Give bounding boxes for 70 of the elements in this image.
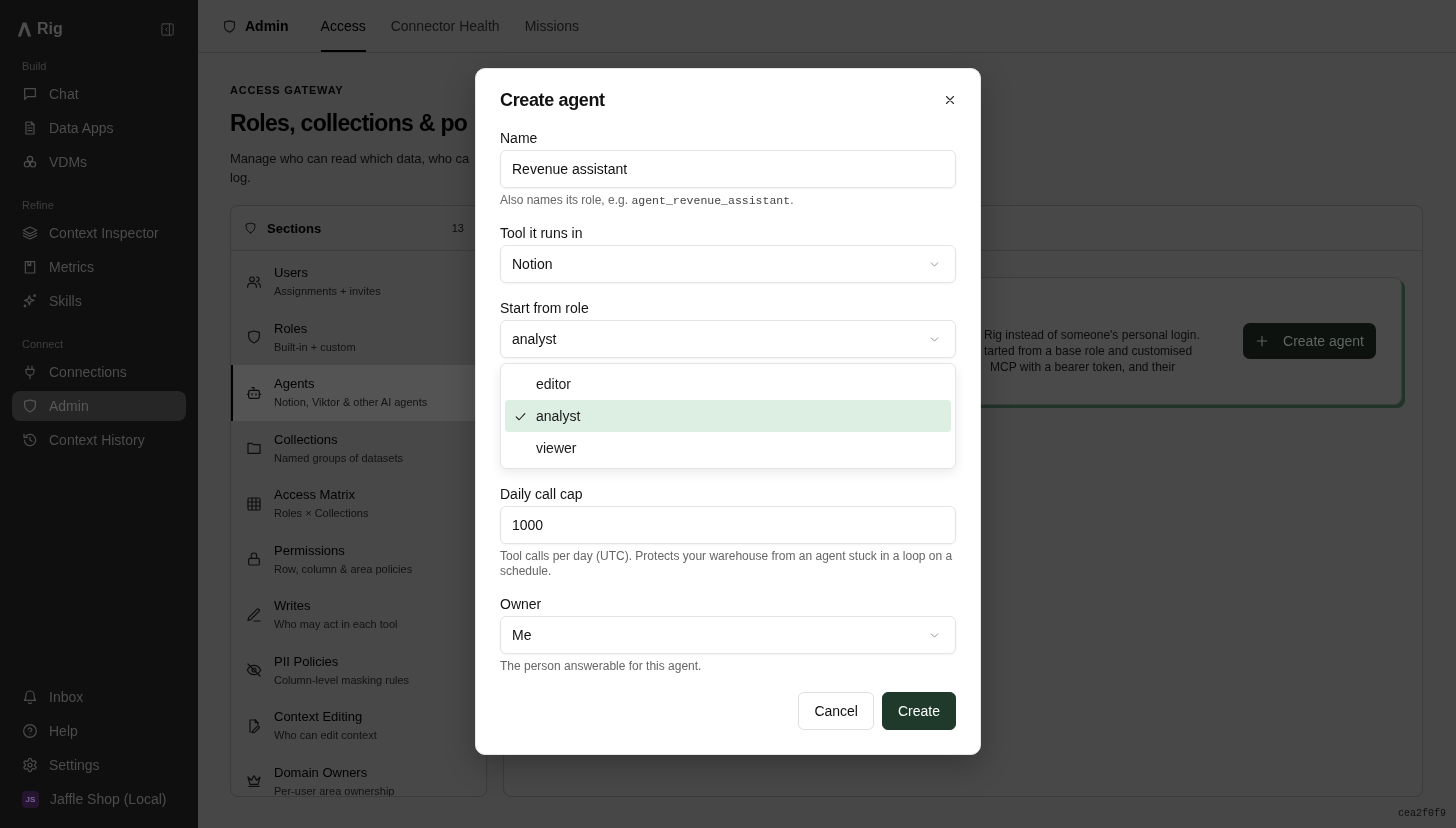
eye-slash-icon [246,662,262,679]
shield-icon [22,398,38,414]
sparkle-icon [22,293,38,309]
nav-item[interactable]: Context History [12,425,186,455]
shield-icon [244,221,257,235]
section-title: Admin [245,18,289,34]
field-label: Owner [500,595,542,613]
robot-icon [246,384,262,401]
nav-item[interactable]: VDMs [12,147,186,177]
text-input[interactable]: Revenue assistant [500,150,956,188]
chat-bubble-icon [22,86,38,102]
field-hint: Tool calls per day (UTC). Protects your warehouse from an agent stuck in a loop on a schedule. [500,549,954,579]
workspace-switcher[interactable]: JS Jaffle Shop (Local) [12,784,186,814]
cancel-button[interactable]: Cancel [798,692,874,730]
field-hint: Also names its role, e.g. agent_revenue_assistant. [500,193,794,208]
nav-item[interactable]: Skills [12,286,186,316]
field-hint: The person answerable for this agent. [500,659,702,674]
intro-text: Rig instead of someone's personal login. tarted from a base role and customised MCP with a bearer token, and their [984,327,1200,375]
file-pencil-icon [246,717,262,734]
create-button[interactable]: Create [881,692,956,730]
nav-item[interactable]: Metrics [12,252,186,282]
plug-icon [22,364,38,380]
pencil-icon [246,606,262,623]
brand-name: Rig [37,20,63,38]
layers-icon [22,225,38,241]
bell-icon [22,689,38,705]
page-description: Manage who can read which data, who ca log. [230,150,470,187]
nav-tab[interactable]: Access [320,0,366,52]
panel-title: Sections [267,220,322,236]
settings-icon [22,757,38,773]
sidebar-toggle-icon[interactable] [160,21,175,37]
field-label: Tool it runs in [500,224,583,242]
field-label: Name [500,129,538,147]
close-icon [943,93,957,107]
page-eyebrow: ACCESS GATEWAY [230,83,344,97]
dropdown-option[interactable]: viewer [505,432,951,464]
create-agent-button[interactable]: Create agent [1243,323,1376,359]
folder-icon [246,440,262,457]
workspace-avatar: JS [22,790,39,808]
page-title: Roles, collections & po [230,109,468,138]
circles-icon [22,154,38,170]
nav-item[interactable]: Help [12,716,186,746]
dialog-title: Create agent [500,89,605,111]
dropdown-option[interactable]: editor [505,368,951,400]
shield-icon [246,329,262,346]
select-field[interactable]: Me [500,616,956,654]
logo-icon [16,20,33,38]
select-field[interactable]: Notion [500,245,956,283]
nav-item[interactable]: Connections [12,357,186,387]
field-label: Daily call cap [500,485,583,503]
nav-item[interactable]: Chat [12,79,186,109]
grid-icon [246,495,262,512]
select-field[interactable]: analyst [500,320,956,358]
nav-item[interactable]: Data Apps [12,113,186,143]
section-count: 13 [451,222,464,234]
text-input[interactable]: 1000 [500,506,956,544]
dropdown-option[interactable]: analyst [505,400,951,432]
field-label: Start from role [500,299,589,317]
nav-item[interactable]: Context Inspector [12,218,186,248]
plus-icon [1255,334,1270,348]
users-icon [246,273,262,290]
crown-icon [246,773,262,790]
document-icon [22,120,38,136]
shield-icon [222,18,237,34]
help-icon [22,723,38,739]
clock-arrow-icon [22,432,38,448]
nav-item[interactable]: Inbox [12,682,186,712]
nav-item[interactable]: Settings [12,750,186,780]
book-icon [22,259,38,275]
lock-icon [246,551,262,568]
